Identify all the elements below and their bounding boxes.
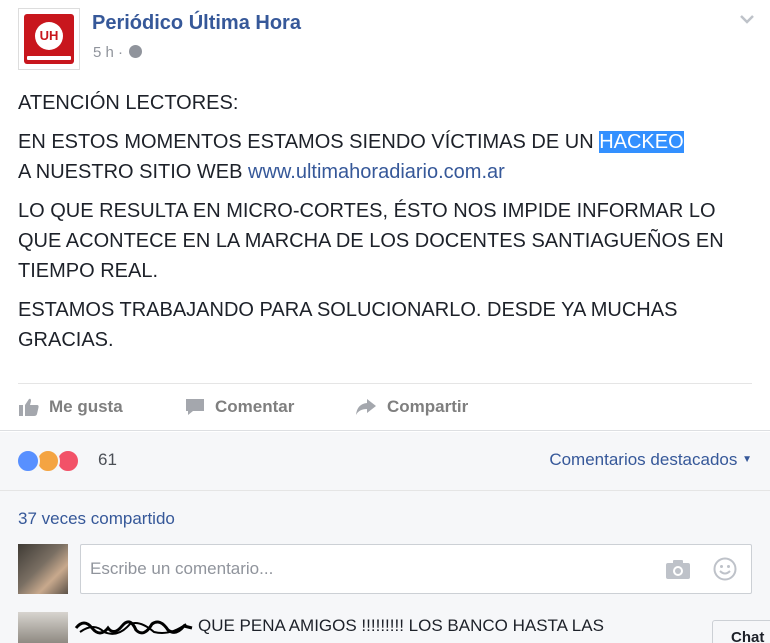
featured-comments-dropdown[interactable]: Comentarios destacados ▼ — [549, 450, 752, 470]
share-arrow-icon — [356, 399, 376, 415]
website-link[interactable]: www.ultimahoradiario.com.ar — [248, 161, 505, 183]
reaction-count[interactable]: 61 — [98, 450, 117, 470]
post-paragraph-3: ESTAMOS TRABAJANDO PARA SOLUCIONARLO. DE… — [18, 299, 678, 351]
caret-down-icon: ▼ — [742, 454, 752, 465]
like-reaction-icon[interactable] — [16, 449, 40, 473]
like-button[interactable]: Me gusta — [18, 390, 123, 424]
comment-item: QUE PENA AMIGOS !!!!!!!!! LOS BANCO HAST… — [0, 612, 770, 643]
share-button[interactable]: Compartir — [354, 390, 468, 424]
logo-tagline-bar — [27, 56, 71, 60]
chevron-down-icon[interactable] — [738, 10, 756, 28]
comment-input[interactable]: Escribe un comentario... — [80, 544, 752, 594]
comment-text: QUE PENA AMIGOS !!!!!!!!! LOS BANCO HAST… — [198, 616, 604, 635]
redacted-name-scribble — [74, 620, 193, 635]
camera-icon[interactable] — [665, 558, 691, 580]
shares-row: 37 veces compartido — [0, 490, 770, 544]
timestamp-text: 5 h · — [93, 44, 124, 61]
post-text-segment: EN ESTOS MOMENTOS ESTAMOS SIENDO VÍCTIMA… — [18, 131, 600, 153]
page-name-link[interactable]: Periódico Última Hora — [92, 12, 301, 35]
featured-comments-label: Comentarios destacados — [549, 450, 738, 469]
avatar[interactable] — [18, 544, 68, 594]
chat-tab[interactable]: Chat — [712, 620, 770, 643]
avatar[interactable] — [18, 612, 68, 643]
post-header: UH Periódico Última Hora 5 h · — [18, 8, 758, 72]
post-actions: Me gusta Comentar Compartir — [18, 390, 758, 424]
post-text-segment: A NUESTRO SITIO WEB — [18, 161, 249, 183]
logo-badge: UH — [35, 22, 63, 50]
logo-background: UH — [24, 14, 74, 64]
comment-label: Comentar — [215, 397, 295, 416]
globe-icon — [129, 45, 143, 58]
shares-count-link[interactable]: 37 veces compartido — [18, 509, 175, 529]
divider — [0, 430, 770, 431]
post-line-attention: ATENCIÓN LECTORES: — [18, 92, 239, 114]
divider — [18, 383, 752, 384]
post-timestamp[interactable]: 5 h · — [93, 44, 143, 61]
reactions-bar: 61 Comentarios destacados ▼ — [0, 432, 770, 490]
page-logo[interactable]: UH — [18, 8, 80, 70]
highlighted-text: HACKEO — [599, 131, 684, 153]
post-paragraph-1: EN ESTOS MOMENTOS ESTAMOS SIENDO VÍCTIMA… — [18, 127, 758, 187]
comment-button[interactable]: Comentar — [184, 390, 294, 424]
post-body: ATENCIÓN LECTORES: EN ESTOS MOMENTOS EST… — [18, 88, 758, 364]
share-label: Compartir — [387, 397, 469, 416]
like-label: Me gusta — [49, 397, 123, 416]
post-paragraph-2: LO QUE RESULTA EN MICRO-CORTES, ÉSTO NOS… — [18, 200, 724, 282]
emoji-icon[interactable] — [713, 557, 737, 581]
thumbs-up-icon — [19, 398, 39, 416]
speech-bubble-icon — [186, 399, 204, 415]
comment-placeholder: Escribe un comentario... — [90, 559, 274, 578]
